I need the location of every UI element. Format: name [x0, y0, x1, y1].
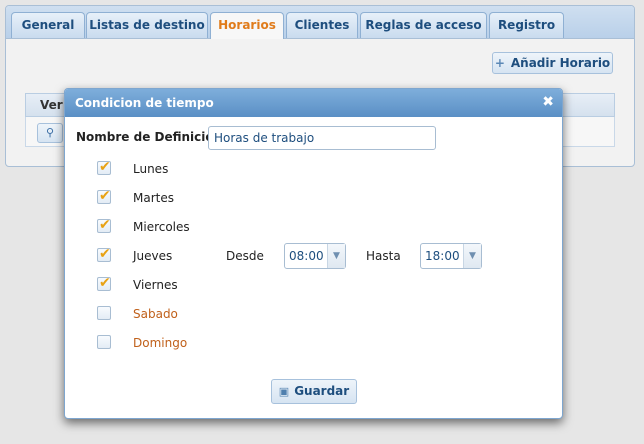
to-time-select[interactable]: 18:00 ▼: [420, 243, 482, 269]
checkbox-viernes[interactable]: ✔: [97, 275, 111, 291]
search-icon: ⚲: [45, 126, 55, 139]
add-schedule-label: Añadir Horario: [510, 56, 611, 70]
checkmark-icon: ✔: [99, 246, 111, 262]
dialog-title: Condicion de tiempo: [75, 96, 214, 110]
day-label-viernes: Viernes: [133, 278, 178, 292]
dialog-title-bar[interactable]: Condicion de tiempo ✖: [65, 89, 562, 117]
checkbox-domingo[interactable]: [97, 335, 111, 349]
save-button[interactable]: ▣ Guardar: [271, 379, 357, 404]
time-condition-dialog: Condicion de tiempo ✖ Nombre de Definici…: [64, 88, 563, 419]
definition-label: Nombre de Definicion:: [76, 130, 227, 144]
chevron-down-icon[interactable]: ▼: [327, 244, 345, 268]
checkmark-icon: ✔: [99, 275, 111, 291]
grid-column-header: Ver: [40, 98, 63, 112]
chevron-down-icon[interactable]: ▼: [463, 244, 481, 268]
checkbox-jueves[interactable]: ✔: [97, 246, 111, 262]
tab-clientes[interactable]: Clientes: [286, 12, 358, 38]
tab-listas-de-destino[interactable]: Listas de destino: [86, 12, 208, 38]
day-label-domingo: Domingo: [133, 336, 188, 350]
close-icon[interactable]: ✖: [542, 94, 554, 110]
plus-icon: +: [494, 56, 505, 70]
checkmark-icon: ✔: [99, 188, 111, 204]
checkbox-miercoles[interactable]: ✔: [97, 217, 111, 233]
day-label-martes: Martes: [133, 191, 174, 205]
save-label: Guardar: [294, 384, 350, 398]
to-label: Hasta: [366, 249, 401, 263]
day-label-lunes: Lunes: [133, 162, 169, 176]
checkmark-icon: ✔: [99, 159, 111, 175]
from-label: Desde: [226, 249, 264, 263]
add-schedule-button[interactable]: + Añadir Horario: [492, 52, 613, 74]
checkbox-sabado[interactable]: [97, 306, 111, 320]
tab-registro[interactable]: Registro: [489, 12, 564, 38]
from-time-value: 08:00: [289, 249, 324, 263]
floppy-disk-icon: ▣: [278, 385, 290, 398]
day-label-jueves: Jueves: [133, 249, 173, 263]
checkmark-icon: ✔: [99, 217, 111, 233]
to-time-value: 18:00: [425, 249, 460, 263]
tab-horarios[interactable]: Horarios: [210, 12, 284, 39]
definition-name-input[interactable]: [208, 126, 436, 150]
from-time-select[interactable]: 08:00 ▼: [284, 243, 346, 269]
checkbox-martes[interactable]: ✔: [97, 188, 111, 204]
search-button[interactable]: ⚲: [37, 123, 63, 143]
tab-general[interactable]: General: [11, 12, 85, 38]
tab-reglas-de-acceso[interactable]: Reglas de acceso: [360, 12, 487, 38]
day-label-miercoles: Miercoles: [133, 220, 190, 234]
checkbox-lunes[interactable]: ✔: [97, 159, 111, 175]
tab-strip: General Listas de destino Horarios Clien…: [6, 6, 634, 39]
day-label-sabado: Sabado: [133, 307, 178, 321]
